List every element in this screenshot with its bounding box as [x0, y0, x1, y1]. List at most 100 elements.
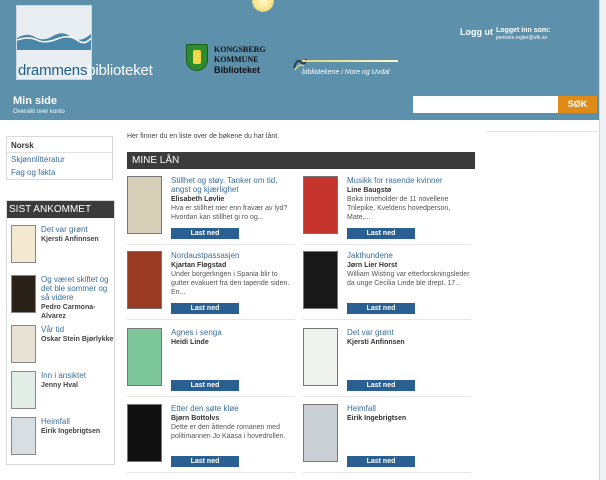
- book-cover[interactable]: [11, 225, 36, 263]
- recent-title[interactable]: Inn i ansiktet: [41, 371, 116, 380]
- loan-title[interactable]: Musikk for rasende kvinner: [347, 176, 475, 185]
- kongsberg-line2: KOMMUNE: [214, 55, 259, 64]
- download-button[interactable]: Last ned: [347, 456, 415, 467]
- recent-title[interactable]: Det var grønt: [41, 225, 116, 234]
- logo-part2: biblioteket: [87, 62, 153, 79]
- loan-description: Hva er stillhet mer enn fravær av lyd? H…: [171, 205, 288, 221]
- book-cover[interactable]: [11, 325, 36, 363]
- loan-title[interactable]: Etter den søte kløe: [171, 404, 299, 413]
- loan-title[interactable]: Det var grønt: [347, 328, 475, 337]
- loan-author: Elisabeth Løvlie: [171, 196, 225, 203]
- download-button[interactable]: Last ned: [347, 380, 415, 391]
- loan-author: Eirik Ingebrigtsen: [347, 415, 407, 422]
- kongsberg-line3: Biblioteket: [214, 65, 261, 75]
- loan-item: Musikk for rasende kvinner Line Baugstø …: [303, 176, 475, 246]
- download-button[interactable]: Last ned: [171, 228, 239, 239]
- download-button[interactable]: Last ned: [171, 456, 239, 467]
- loan-author: Jørn Lier Horst: [347, 262, 398, 269]
- loan-description: Dette er den åttende romanen med politim…: [171, 424, 286, 440]
- logout-link[interactable]: Logg ut: [460, 27, 493, 37]
- book-cover[interactable]: [303, 176, 338, 234]
- recent-author: Jenny Hval: [41, 382, 78, 389]
- loan-author: Heidi Linde: [171, 339, 209, 346]
- search-button[interactable]: SØK: [558, 96, 597, 113]
- logo-part1: drammens: [18, 62, 88, 79]
- loan-title[interactable]: Stillhet og støy. Tanker om tid, angst o…: [171, 176, 299, 194]
- page-subtitle: Oversikt over konto: [13, 109, 65, 115]
- book-cover[interactable]: [11, 371, 36, 409]
- nav-skjonnlitteratur[interactable]: Skjønnlitteratur: [11, 155, 65, 164]
- loan-item: Stillhet og støy. Tanker om tid, angst o…: [127, 176, 299, 246]
- loan-description: Boka inneholder de 11 novellene Trilepik…: [347, 196, 451, 221]
- book-cover[interactable]: [127, 404, 162, 462]
- kongsberg-logo[interactable]: KONGSBERG KOMMUNE Biblioteket: [186, 44, 270, 84]
- search-input[interactable]: [413, 96, 558, 113]
- loan-item: Det var grønt Kjersti Anfinnsen Last ned: [303, 328, 475, 398]
- book-cover[interactable]: [303, 404, 338, 462]
- loans-heading: MINE LÅN: [127, 152, 475, 169]
- kongsberg-text: KONGSBERG KOMMUNE Biblioteket: [214, 45, 266, 75]
- loan-author: Bjørn Bottolvs: [171, 415, 220, 422]
- recent-author: Oskar Stein Bjørlykke: [41, 336, 114, 343]
- divider: [303, 244, 471, 245]
- divider: [303, 319, 471, 320]
- language-box: Norsk Skjønnlitteratur Fag og fakta: [6, 136, 113, 180]
- download-button[interactable]: Last ned: [347, 303, 415, 314]
- recent-author: Eirik Ingebrigtsen: [41, 428, 101, 435]
- recent-author: Pedro Carmona-Alvarez: [41, 304, 96, 320]
- loan-author: Kjersti Anfinnsen: [347, 339, 405, 346]
- divider: [7, 152, 112, 153]
- recent-author: Kjersti Anfinnsen: [41, 236, 99, 243]
- recent-arrivals-panel: SIST ANKOMMET Det var grønt Kjersti Anfi…: [6, 200, 115, 465]
- book-cover[interactable]: [11, 417, 36, 455]
- loan-author: Kjartan Fløgstad: [171, 262, 227, 269]
- loan-title[interactable]: Nordaustpassasjen: [171, 251, 299, 260]
- vertical-scrollbar[interactable]: [599, 0, 606, 480]
- book-cover[interactable]: [303, 328, 338, 386]
- divider: [127, 319, 295, 320]
- recent-title[interactable]: Og været skiftet og det ble sommer og så…: [41, 275, 116, 302]
- divider: [127, 396, 295, 397]
- loan-title[interactable]: Agnes i senga: [171, 328, 299, 337]
- loan-item: Nordaustpassasjen Kjartan Fløgstad Under…: [127, 251, 299, 321]
- loan-title[interactable]: Heimfall: [347, 404, 475, 413]
- kongsberg-crest-icon: [186, 44, 208, 71]
- intro-text: Her finner du en liste over de bøkene du…: [127, 133, 280, 140]
- download-button[interactable]: Last ned: [171, 303, 239, 314]
- loan-item: Heimfall Eirik Ingebrigtsen Last ned: [303, 404, 475, 474]
- loan-author: Line Baugstø: [347, 187, 392, 194]
- drammens-logo-text[interactable]: drammensbiblioteket: [18, 62, 153, 79]
- kongsberg-line1: KONGSBERG: [214, 45, 266, 54]
- logged-in-user: jannicke.rogler@ofk.no: [496, 35, 548, 41]
- divider: [127, 472, 295, 473]
- divider: [127, 244, 295, 245]
- loan-title[interactable]: Jakthundene: [347, 251, 475, 260]
- loan-item: Agnes i senga Heidi Linde Last ned: [127, 328, 299, 398]
- book-cover[interactable]: [11, 275, 36, 313]
- sun-decoration: [252, 0, 274, 12]
- recent-heading: SIST ANKOMMET: [7, 201, 114, 218]
- book-cover[interactable]: [127, 176, 162, 234]
- right-column-divider: [486, 131, 598, 132]
- book-cover[interactable]: [303, 251, 338, 309]
- logged-in-label: Logget inn som:: [496, 27, 551, 34]
- recent-title[interactable]: Vår tid: [41, 325, 116, 334]
- nore-line: [302, 60, 398, 62]
- divider: [303, 472, 471, 473]
- recent-title[interactable]: Heimfall: [41, 417, 116, 426]
- page-title: Min side: [13, 95, 58, 107]
- divider: [303, 396, 471, 397]
- nore-uvdal-logo[interactable]: bibliotekene i Nore og Uvdal: [292, 56, 402, 80]
- language-norsk[interactable]: Norsk: [11, 141, 34, 150]
- wave-logo-icon: [17, 33, 91, 50]
- nav-fag-og-fakta[interactable]: Fag og fakta: [11, 168, 55, 177]
- download-button[interactable]: Last ned: [171, 380, 239, 391]
- site-header: drammensbiblioteket KONGSBERG KOMMUNE Bi…: [0, 0, 606, 120]
- download-button[interactable]: Last ned: [347, 228, 415, 239]
- loan-description: William Wisting var etterforskningsleder…: [347, 271, 470, 287]
- book-cover[interactable]: [127, 328, 162, 386]
- nore-text: bibliotekene i Nore og Uvdal: [302, 69, 390, 76]
- loan-description: Under borgerkrigen i Spania blir to gutt…: [171, 271, 290, 296]
- loan-item: Jakthundene Jørn Lier Horst William Wist…: [303, 251, 475, 321]
- book-cover[interactable]: [127, 251, 162, 309]
